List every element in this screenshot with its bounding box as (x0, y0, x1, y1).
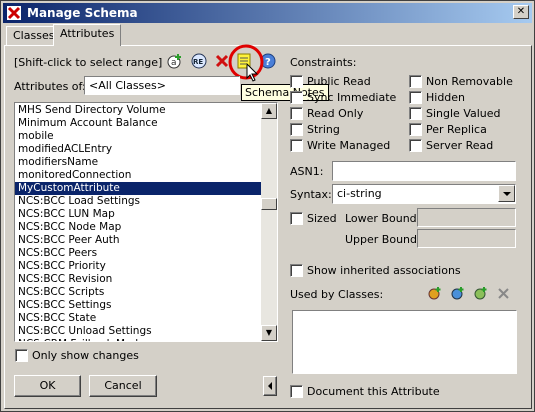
list-item[interactable]: monitoredConnection (15, 169, 261, 182)
scroll-thumb[interactable] (261, 198, 277, 210)
list-item[interactable]: MyCustomAttribute (15, 182, 261, 195)
document-attribute-label: Document this Attribute (307, 385, 440, 398)
lower-bound-input[interactable] (417, 208, 516, 227)
list-item[interactable]: NCS:BCC State (15, 312, 261, 325)
list-item[interactable]: mobile (15, 130, 261, 143)
list-item[interactable]: NCS:CRM Failback Mode (15, 338, 261, 341)
attributes-list-scrollbar[interactable]: ▲ ▼ (261, 103, 277, 341)
list-item[interactable]: NCS:BCC Priority (15, 260, 261, 273)
constraint-checkbox[interactable] (409, 123, 422, 136)
list-item[interactable]: NCS:BCC Node Map (15, 221, 261, 234)
constraints-label: Constraints: (290, 56, 357, 69)
sized-checkbox[interactable] (290, 212, 303, 225)
attributes-of-label: Attributes of: (14, 80, 86, 93)
list-item[interactable]: NCS:BCC Scripts (15, 286, 261, 299)
upper-bound-input[interactable] (417, 229, 516, 248)
ok-button-label: OK (39, 379, 56, 392)
svg-text:?: ? (265, 57, 271, 68)
add-class-icon[interactable] (427, 286, 442, 301)
list-item[interactable]: NCS:BCC Unload Settings (15, 325, 261, 338)
constraint-label: Read Only (307, 107, 364, 120)
attributes-list-items: MHS Send Directory Volume Minimum Account… (15, 104, 261, 341)
shift-click-hint: [Shift-click to select range] (14, 56, 163, 69)
remove-class-icon[interactable] (496, 286, 511, 301)
svg-text:a: a (171, 58, 177, 68)
app-icon (7, 6, 21, 20)
list-item[interactable]: NCS:BCC Load Settings (15, 195, 261, 208)
list-item[interactable]: MHS Send Directory Volume (15, 104, 261, 117)
syntax-label: Syntax: (290, 188, 332, 201)
close-icon: ✕ (516, 6, 526, 17)
add-class-2-icon[interactable] (450, 286, 465, 301)
used-by-classes-label: Used by Classes: (290, 288, 384, 301)
attributes-of-value: <All Classes> (89, 79, 167, 92)
constraint-checkbox[interactable] (290, 123, 303, 136)
svg-text:RE: RE (193, 58, 203, 66)
cancel-button-label: Cancel (104, 379, 142, 392)
constraint-checkbox[interactable] (409, 139, 422, 152)
tab-attributes[interactable]: Attributes (53, 24, 122, 46)
constraint-checkbox[interactable] (409, 75, 422, 88)
collapse-panel-button[interactable] (263, 376, 277, 396)
lower-bound-label: Lower Bound: (345, 212, 421, 225)
used-by-classes-list[interactable] (292, 310, 517, 374)
list-item[interactable]: NCS:BCC Peers (15, 247, 261, 260)
sized-label: Sized (307, 212, 337, 225)
syntax-dropdown-button[interactable] (498, 185, 515, 202)
syntax-select[interactable]: ci-string (332, 184, 516, 204)
document-attribute-checkbox[interactable] (290, 385, 303, 398)
only-show-changes-checkbox[interactable] (15, 349, 28, 362)
window-title: Manage Schema (27, 6, 138, 20)
constraint-label: Server Read (426, 139, 494, 152)
constraint-label: String (307, 123, 340, 136)
constraint-checkbox[interactable] (290, 91, 303, 104)
constraint-label: Single Valued (426, 107, 501, 120)
tab-attributes-label: Attributes (60, 27, 115, 40)
scroll-down-button[interactable]: ▼ (261, 325, 277, 341)
constraint-checkbox[interactable] (409, 107, 422, 120)
refresh-class-icon[interactable] (473, 286, 488, 301)
mouse-cursor-icon (246, 63, 259, 82)
constraint-checkbox[interactable] (409, 91, 422, 104)
constraint-checkbox[interactable] (290, 75, 303, 88)
ok-button[interactable]: OK (14, 375, 81, 397)
attributes-of-select[interactable]: <All Classes> (84, 76, 240, 95)
list-item[interactable]: NCS:BCC Revision (15, 273, 261, 286)
list-item[interactable]: Minimum Account Balance (15, 117, 261, 130)
constraint-label: Hidden (426, 91, 466, 104)
asn1-input[interactable] (332, 161, 516, 181)
constraint-label: Per Replica (426, 123, 487, 136)
syntax-value: ci-string (337, 187, 382, 200)
attributes-list[interactable]: MHS Send Directory Volume Minimum Account… (14, 102, 278, 342)
constraint-label: Non Removable (426, 75, 513, 88)
scroll-up-button[interactable]: ▲ (261, 103, 277, 119)
rename-icon[interactable]: RE (191, 53, 207, 69)
add-attribute-icon[interactable]: a (167, 53, 183, 69)
list-item[interactable]: NCS:BCC Settings (15, 299, 261, 312)
upper-bound-label: Upper Bound: (345, 233, 421, 246)
asn1-label: ASN1: (290, 165, 324, 178)
constraint-checkbox[interactable] (290, 107, 303, 120)
chevron-left-icon (268, 382, 272, 390)
show-inherited-label: Show inherited associations (307, 264, 461, 277)
only-show-changes-label: Only show changes (32, 349, 139, 362)
cancel-button[interactable]: Cancel (89, 375, 157, 397)
list-item[interactable]: modifiedACLEntry (15, 143, 261, 156)
constraint-label: Sync Immediate (307, 91, 397, 104)
show-inherited-checkbox[interactable] (290, 264, 303, 277)
list-item[interactable]: NCS:BCC LUN Map (15, 208, 261, 221)
close-button[interactable]: ✕ (513, 5, 529, 19)
list-item[interactable]: modifiersName (15, 156, 261, 169)
constraint-label: Write Managed (307, 139, 391, 152)
manage-schema-window: Manage Schema ✕ Classes Attributes [Shif… (0, 0, 535, 412)
tab-classes-label: Classes (13, 29, 55, 42)
constraint-checkbox[interactable] (290, 139, 303, 152)
title-bar: Manage Schema ✕ (3, 3, 532, 23)
constraint-label: Public Read (307, 75, 371, 88)
list-item[interactable]: NCS:BCC Peer Auth (15, 234, 261, 247)
